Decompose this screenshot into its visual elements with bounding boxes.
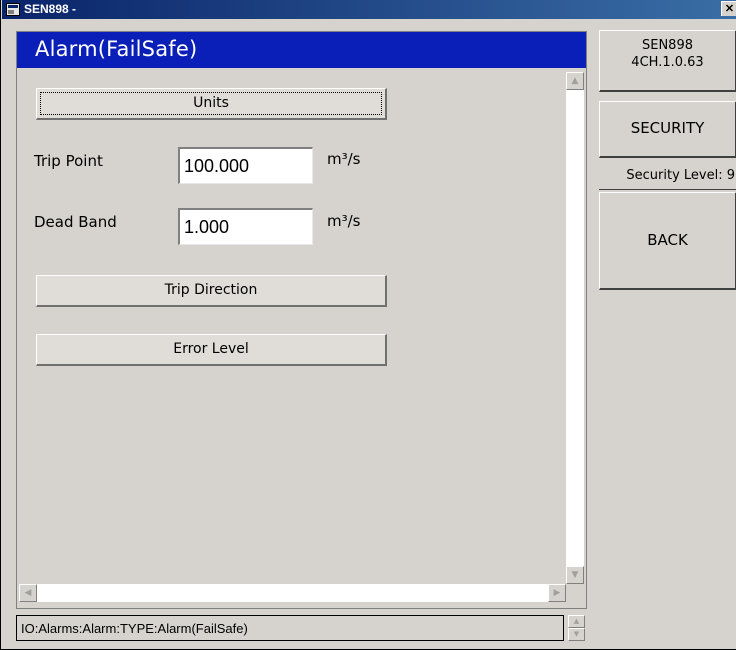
dead-band-label: Dead Band — [34, 213, 117, 231]
screen-title: Alarm(FailSafe) — [17, 32, 586, 68]
device-name: SEN898 — [641, 38, 693, 53]
arrow-up-icon[interactable]: ▲ — [566, 72, 584, 90]
main-panel: Alarm(FailSafe) Units Trip Point 100.000… — [16, 31, 587, 609]
security-divider — [599, 189, 736, 190]
device-divider — [604, 90, 731, 92]
security-level-label: Security Level: 9 — [626, 168, 735, 183]
horizontal-scrollbar[interactable]: ◀ ▶ — [19, 584, 566, 602]
device-info-button[interactable]: SEN898 4CH.1.0.63 — [599, 30, 736, 92]
dead-band-unit: m³/s — [327, 212, 361, 230]
trip-direction-button[interactable]: Trip Direction — [36, 275, 387, 307]
title-bar[interactable]: SEN898 - ✕ — [2, 0, 736, 19]
window-app-icon[interactable] — [6, 3, 20, 16]
error-level-button[interactable]: Error Level — [36, 334, 387, 366]
vertical-scrollbar[interactable]: ▲ ▼ — [566, 72, 584, 584]
close-icon[interactable]: ✕ — [721, 1, 736, 16]
status-path: IO:Alarms:Alarm:TYPE:Alarm(FailSafe) — [16, 615, 564, 641]
spin-down-icon[interactable]: ▼ — [568, 628, 585, 641]
units-button[interactable]: Units — [36, 88, 387, 120]
trip-point-unit: m³/s — [327, 150, 361, 168]
scrollbar-corner — [566, 584, 584, 602]
trip-point-field[interactable]: 100.000 — [178, 147, 313, 184]
security-button[interactable]: SECURITY — [599, 101, 736, 158]
application-window: SEN898 - ✕ Alarm(FailSafe) Units Trip Po… — [0, 0, 736, 650]
arrow-down-icon[interactable]: ▼ — [566, 566, 584, 584]
trip-point-label: Trip Point — [34, 152, 103, 170]
spin-up-icon[interactable]: ▲ — [568, 615, 585, 628]
focus-rectangle — [40, 92, 382, 115]
back-button[interactable]: BACK — [599, 192, 736, 290]
arrow-left-icon[interactable]: ◀ — [19, 584, 37, 602]
status-spinner[interactable]: ▲ ▼ — [568, 615, 585, 641]
device-version: 4CH.1.0.63 — [631, 55, 704, 70]
arrow-right-icon[interactable]: ▶ — [548, 584, 566, 602]
window-title: SEN898 - — [24, 2, 77, 16]
dead-band-field[interactable]: 1.000 — [178, 208, 313, 245]
